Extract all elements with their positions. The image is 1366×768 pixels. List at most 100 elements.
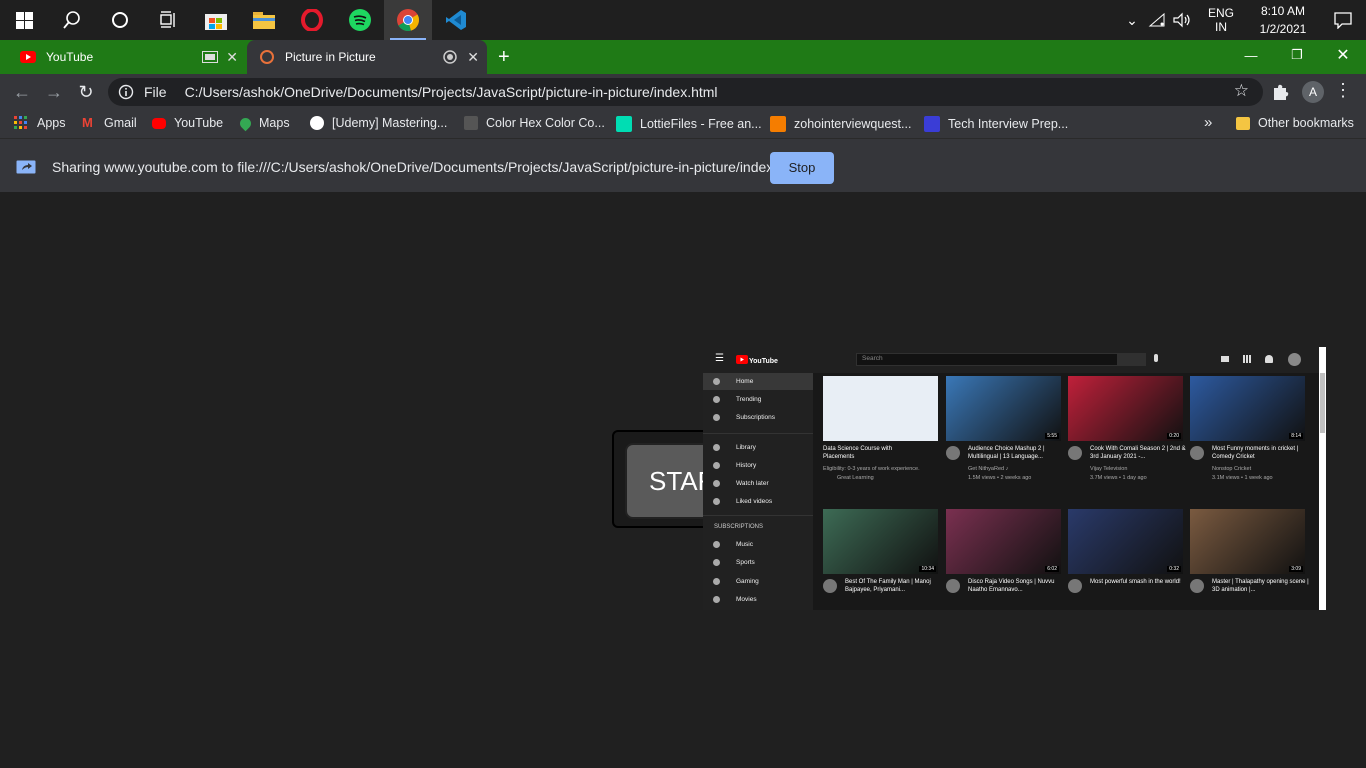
channel-avatar xyxy=(823,579,837,593)
opera-button[interactable] xyxy=(288,0,336,40)
youtube-icon xyxy=(152,117,166,129)
lottiefiles-icon xyxy=(616,116,632,132)
tab-picture-in-picture[interactable]: Picture in Picture ✕ xyxy=(247,40,487,74)
vscode-button[interactable] xyxy=(432,0,480,40)
video-title: Most Funny moments in cricket | Comedy C… xyxy=(1212,446,1299,460)
sidebar-item-home: Home xyxy=(713,378,753,385)
bookmark-star-icon[interactable]: ☆ xyxy=(1234,81,1249,101)
close-tab-icon[interactable]: ✕ xyxy=(467,49,479,66)
spotify-button[interactable] xyxy=(336,0,384,40)
video-duration: 0:20 xyxy=(1167,433,1181,439)
more-bookmarks-chevron-icon[interactable]: » xyxy=(1204,114,1212,131)
bookmark-label: YouTube xyxy=(174,116,224,130)
search-icon xyxy=(63,11,80,29)
screen-sharing-infobar: Sharing www.youtube.com to file:///C:/Us… xyxy=(0,138,1366,192)
cortana-button[interactable] xyxy=(96,0,144,40)
other-bookmarks[interactable]: Other bookmarks xyxy=(1236,116,1354,130)
video-thumbnail: 6:02 xyxy=(946,509,1061,574)
chevron-up-icon[interactable]: ⌄ xyxy=(1120,12,1144,29)
search-placeholder: Search xyxy=(862,355,883,362)
back-arrow-icon[interactable]: ← xyxy=(12,82,32,102)
profile-avatar[interactable]: A xyxy=(1302,81,1324,103)
video-duration: 10:34 xyxy=(919,566,936,572)
info-icon[interactable] xyxy=(118,84,134,100)
minimize-button[interactable]: — xyxy=(1228,40,1274,70)
opera-icon xyxy=(301,9,323,31)
video-meta: 1.5M views • 2 weeks ago xyxy=(968,475,1032,481)
start-button-frame: STAR xyxy=(612,430,725,528)
search-button[interactable] xyxy=(48,0,96,40)
channel-avatar xyxy=(1068,446,1082,460)
folder-icon xyxy=(253,12,275,29)
video-title: Cook With Comali Season 2 | 2nd & 3rd Ja… xyxy=(1090,446,1186,460)
windows-taskbar: ⌄ ENG IN 8:10 AM 1/2/2021 xyxy=(0,0,1366,40)
tab-label: Picture in Picture xyxy=(285,50,376,64)
channel-avatar xyxy=(946,446,960,460)
video-title: Disco Raja Video Songs | Nuvvu Naatho Em… xyxy=(968,579,1055,593)
spotify-icon xyxy=(349,9,371,31)
video-channel: Get NithyaRed ♪ xyxy=(968,466,1009,472)
notification-icon xyxy=(1334,12,1352,29)
color-hex-icon xyxy=(464,116,478,130)
pip-video-window[interactable]: ☰ YouTube Search Home Trending Subscript… xyxy=(703,347,1326,610)
sidebar-item-history: History xyxy=(713,462,756,469)
sub-item-sports: Sports xyxy=(713,559,755,566)
video-meta: 3.7M views • 1 day ago xyxy=(1090,475,1147,481)
restore-button[interactable]: ❐ xyxy=(1274,40,1320,70)
channel-avatar xyxy=(1068,579,1082,593)
forward-arrow-icon[interactable]: → xyxy=(44,82,64,102)
stop-sharing-button[interactable]: Stop xyxy=(770,152,834,184)
address-bar[interactable]: File C:/Users/ashok/OneDrive/Documents/P… xyxy=(108,78,1263,106)
action-center-button[interactable] xyxy=(1320,11,1366,29)
video-thumbnail: 10:34 xyxy=(823,509,938,574)
maps-pin-icon xyxy=(237,115,254,131)
bookmark-maps[interactable]: Maps xyxy=(237,115,290,131)
video-thumbnail: 3:09 xyxy=(1190,509,1305,574)
reload-icon[interactable]: ↻ xyxy=(76,82,96,102)
bookmark-tech-interview[interactable]: Tech Interview Prep... xyxy=(924,116,1068,132)
video-thumbnail: 0:20 xyxy=(1068,376,1183,441)
video-title: Master | Thalapathy opening scene | 3D a… xyxy=(1212,579,1309,593)
folder-icon xyxy=(1236,116,1250,130)
new-tab-icon[interactable]: + xyxy=(498,46,510,69)
bookmark-apps[interactable]: Apps xyxy=(14,116,66,130)
bookmark-youtube[interactable]: YouTube xyxy=(152,116,223,130)
start-menu-button[interactable] xyxy=(0,0,48,40)
bookmark-gmail[interactable]: M Gmail xyxy=(82,116,137,131)
video-duration: 8:14 xyxy=(1289,433,1303,439)
bookmark-zoho[interactable]: zohointerviewquest... xyxy=(770,116,911,132)
microsoft-store-button[interactable] xyxy=(192,0,240,40)
bookmark-color-hex[interactable]: Color Hex Color Co... xyxy=(464,116,605,130)
youtube-sidebar: Home Trending Subscriptions Library Hist… xyxy=(703,373,813,610)
task-view-button[interactable] xyxy=(144,0,192,40)
video-duration: 6:02 xyxy=(1045,566,1059,572)
close-window-button[interactable]: ✕ xyxy=(1320,40,1366,70)
wifi-icon[interactable] xyxy=(1148,12,1168,28)
clock[interactable]: 8:10 AM 1/2/2021 xyxy=(1246,2,1320,38)
tab-youtube[interactable]: YouTube ✕ xyxy=(0,40,246,74)
hamburger-menu-icon: ☰ xyxy=(715,353,724,364)
chrome-button[interactable] xyxy=(384,0,432,40)
clock-time: 8:10 AM xyxy=(1260,4,1306,18)
extensions-icon[interactable] xyxy=(1271,83,1289,101)
volume-icon[interactable] xyxy=(1172,12,1194,28)
language-indicator[interactable]: ENG IN xyxy=(1204,6,1238,34)
clock-date: 1/2/2021 xyxy=(1259,22,1307,36)
bookmarks-bar: Apps M Gmail YouTube Maps [Udemy] Master… xyxy=(0,110,1366,138)
sidebar-item-subscriptions: Subscriptions xyxy=(713,414,775,421)
bookmark-label: Maps xyxy=(259,116,290,130)
bookmark-label: Apps xyxy=(37,116,66,130)
file-explorer-button[interactable] xyxy=(240,0,288,40)
windows-icon xyxy=(15,11,33,29)
close-tab-icon[interactable]: ✕ xyxy=(226,49,238,66)
bookmark-udemy[interactable]: [Udemy] Mastering... xyxy=(310,116,447,130)
bookmark-label: Tech Interview Prep... xyxy=(948,117,1069,131)
bookmark-lottiefiles[interactable]: LottieFiles - Free an... xyxy=(616,116,762,132)
mic-icon xyxy=(1154,354,1158,362)
video-thumbnail: 0:32 xyxy=(1068,509,1183,574)
udemy-icon xyxy=(310,116,324,130)
apps-icon xyxy=(1243,355,1251,363)
tech-interview-icon xyxy=(924,116,940,132)
video-title: Best Of The Family Man | Manoj Bajpayee,… xyxy=(845,579,931,593)
menu-kebab-icon[interactable]: ⋮ xyxy=(1334,80,1352,101)
